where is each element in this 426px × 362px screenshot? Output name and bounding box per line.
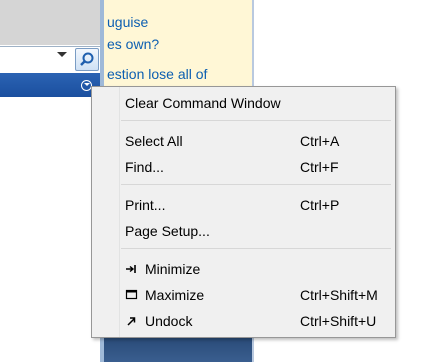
menu-item-label: Maximize: [145, 287, 205, 303]
menu-item-select-all[interactable]: Select All Ctrl+A: [92, 129, 395, 153]
search-button[interactable]: [75, 48, 99, 71]
menu-item-shortcut: Ctrl+A: [300, 133, 340, 149]
menu-item-shortcut: Ctrl+P: [300, 197, 340, 213]
menu-item-shortcut: Ctrl+F: [300, 159, 339, 175]
menu-item-label: Page Setup...: [125, 223, 210, 239]
menu-item-label: Select All: [125, 133, 183, 149]
menu-item-label: Find...: [125, 159, 164, 175]
menu-item-page-setup[interactable]: Page Setup...: [92, 219, 395, 243]
minimize-icon: [125, 263, 139, 277]
menu-item-label: Undock: [145, 313, 193, 329]
maximize-icon: [125, 289, 139, 303]
menu-separator: [121, 120, 391, 121]
menu-item-find[interactable]: Find... Ctrl+F: [92, 155, 395, 179]
menu-separator: [121, 184, 391, 185]
help-link[interactable]: uguise: [107, 14, 148, 30]
help-link[interactable]: estion lose all of: [107, 66, 207, 82]
menu-item-maximize[interactable]: Maximize Ctrl+Shift+M: [92, 283, 395, 307]
menu-item-clear-command-window[interactable]: Clear Command Window: [92, 91, 395, 115]
menu-item-label: Minimize: [145, 261, 201, 277]
undock-icon: [125, 315, 139, 329]
search-icon: [80, 52, 94, 66]
menu-item-shortcut: Ctrl+Shift+M: [300, 287, 378, 303]
menu-item-label: Print...: [125, 197, 166, 213]
menu-item-shortcut: Ctrl+Shift+U: [300, 313, 377, 329]
context-menu: Clear Command Window Select All Ctrl+A F…: [91, 86, 396, 338]
menu-item-minimize[interactable]: Minimize: [92, 257, 395, 281]
menu-item-print[interactable]: Print... Ctrl+P: [92, 193, 395, 217]
menu-item-undock[interactable]: Undock Ctrl+Shift+U: [92, 309, 395, 333]
toolbar-area: [0, 0, 100, 45]
help-link[interactable]: es own?: [107, 36, 159, 52]
chevron-down-icon[interactable]: [57, 52, 67, 57]
menu-item-label: Clear Command Window: [125, 95, 281, 111]
menu-separator: [121, 248, 391, 249]
command-window[interactable]: [0, 97, 100, 362]
